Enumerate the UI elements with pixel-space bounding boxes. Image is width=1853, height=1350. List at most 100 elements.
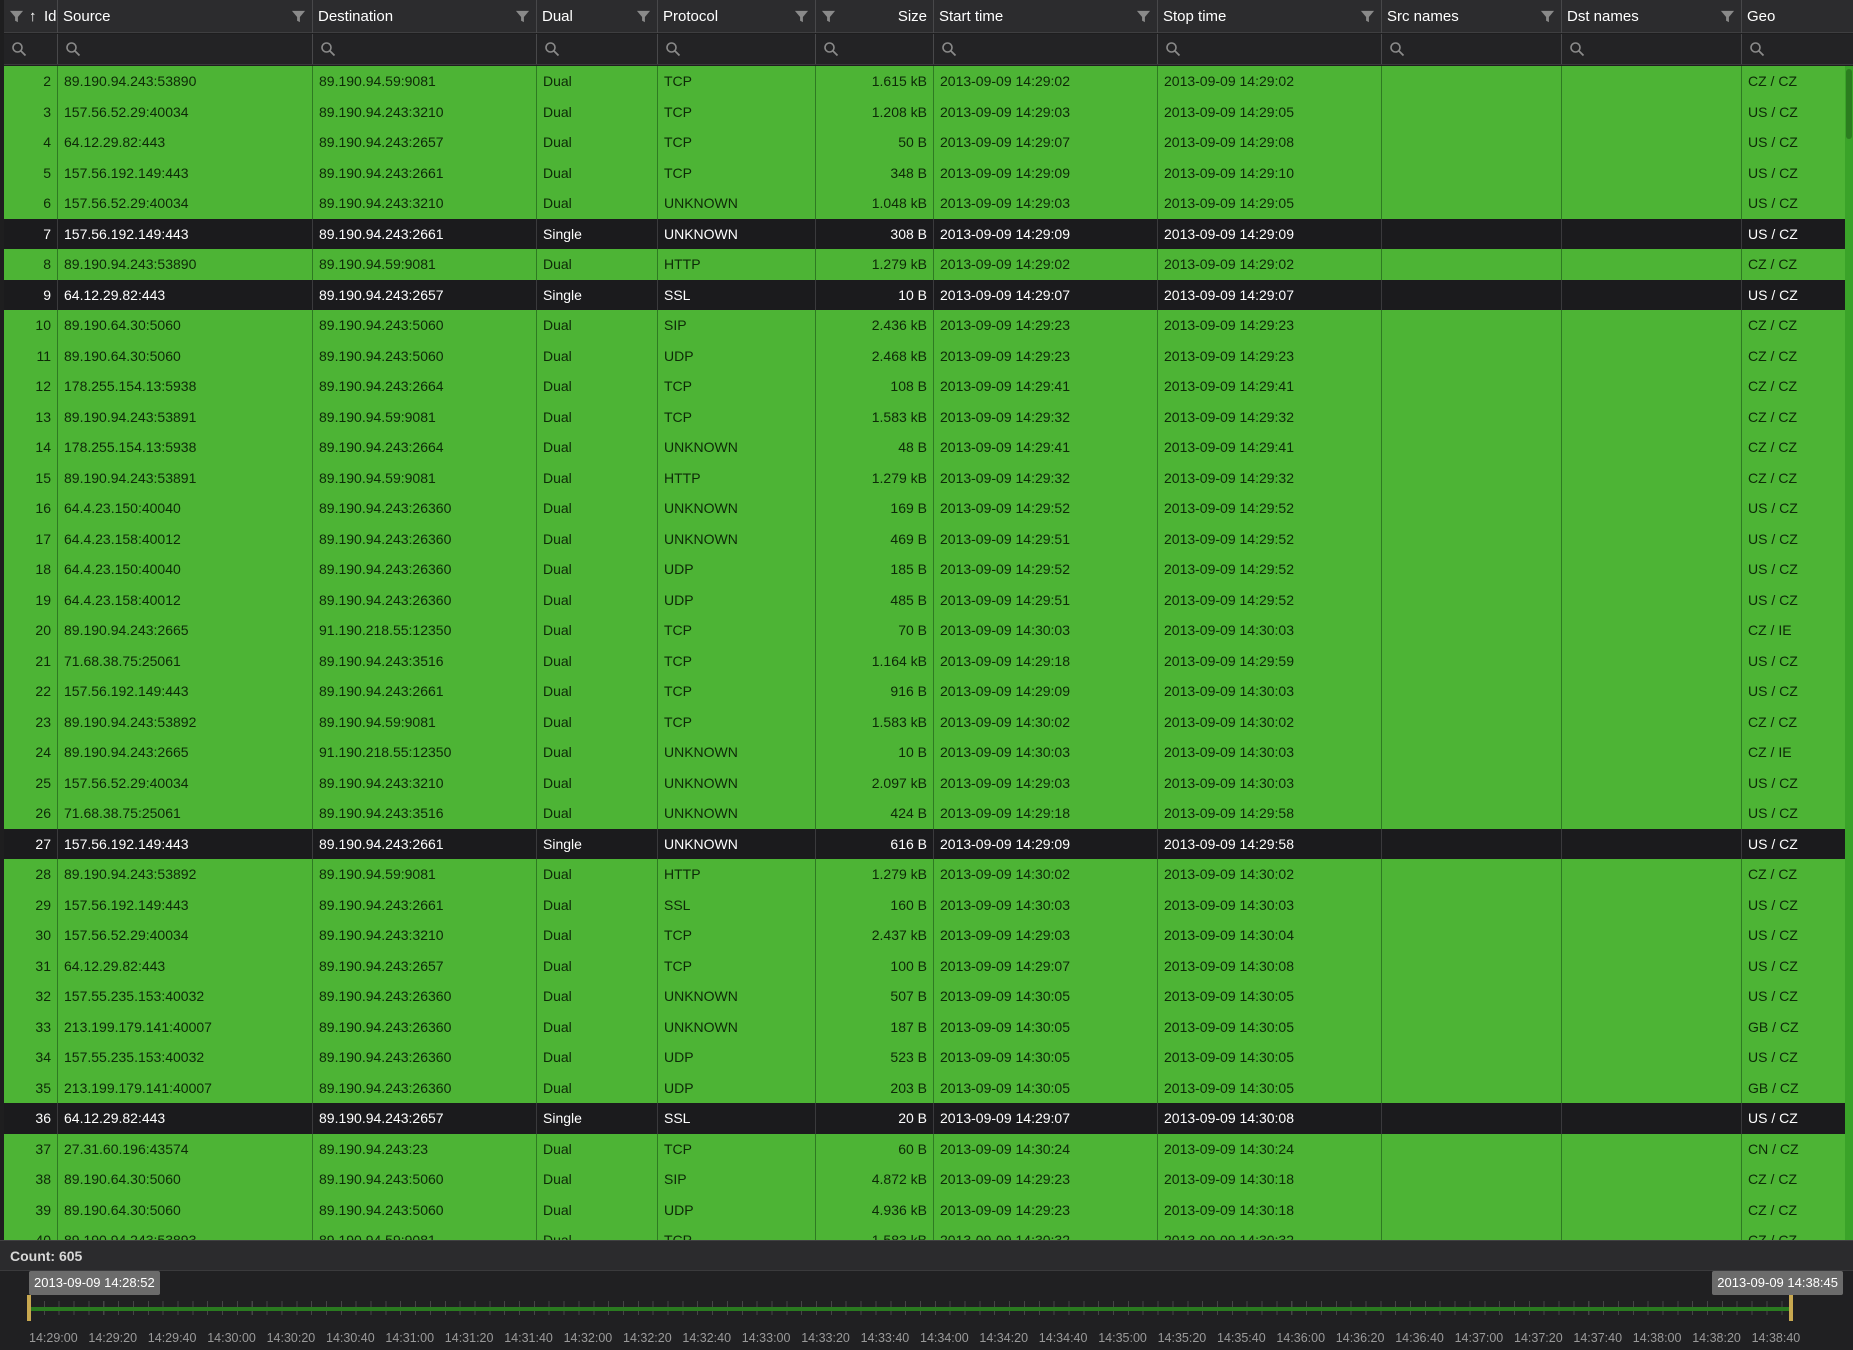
table-row[interactable]: 14 178.255.154.13:5938 89.190.94.243:2664 D… [4,432,1853,463]
table-row[interactable]: 11 89.190.64.30:5060 89.190.94.243:5060 Dua… [4,340,1853,371]
header-dual[interactable]: Dual [537,0,658,33]
header-start-time[interactable]: Start time [934,0,1158,33]
table-row[interactable]: 26 71.68.38.75:25061 89.190.94.243:3516 Dua… [4,798,1853,829]
table-row[interactable]: 4 64.12.29.82:443 89.190.94.243:2657 Dual TC… [4,127,1853,158]
table-row[interactable]: 39 89.190.64.30:5060 89.190.94.243:5060 Dua… [4,1194,1853,1225]
filter-input-protocol[interactable] [658,34,816,64]
table-row[interactable]: 10 89.190.64.30:5060 89.190.94.243:5060 Dua… [4,310,1853,341]
header-src-names[interactable]: Src names [1382,0,1562,33]
filter-funnel-icon[interactable] [794,9,809,24]
cell-geo: US / CZ [1748,652,1798,669]
magnifier-icon [942,42,957,57]
scrollbar-thumb[interactable] [1846,69,1852,139]
table-row[interactable]: 18 64.4.23.150:40040 89.190.94.243:26360 Du… [4,554,1853,585]
table-row[interactable]: 37 27.31.60.196:43574 89.190.94.243:23 Dual… [4,1133,1853,1164]
cell-stop-time: 2013-09-09 14:29:59 [1158,645,1382,676]
cell-protocol: TCP [658,920,816,951]
cell-destination: 89.190.94.243:26360 [313,1042,537,1073]
cell-destination: 89.190.94.243:3516 [313,798,537,829]
cell-destination: 89.190.94.243:2661 [313,828,537,859]
table-row[interactable]: 3 157.56.52.29:40034 89.190.94.243:3210 Dua… [4,96,1853,127]
header-destination[interactable]: Destination [313,0,537,33]
table-row[interactable]: 5 157.56.192.149:443 89.190.94.243:2661 Dua… [4,157,1853,188]
timeline-end-handle[interactable] [1789,1295,1793,1321]
header-size[interactable]: Size [816,0,934,33]
cell-source: 89.190.94.243:53891 [58,401,313,432]
table-row[interactable]: 33 213.199.179.141:40007 89.190.94.243:263… [4,1011,1853,1042]
table-row[interactable]: 22 157.56.192.149:443 89.190.94.243:2661 Du… [4,676,1853,707]
cell-protocol: UDP [658,1194,816,1225]
table-row[interactable]: 17 64.4.23.158:40012 89.190.94.243:26360 Du… [4,523,1853,554]
timeline-tick-label: 14:30:40 [326,1331,375,1345]
table-row[interactable]: 16 64.4.23.150:40040 89.190.94.243:26360 Du… [4,493,1853,524]
filter-input-destination[interactable] [313,34,537,64]
header-stop-time[interactable]: Stop time [1158,0,1382,33]
table-row[interactable]: 7 157.56.192.149:443 89.190.94.243:2661 Sin… [4,218,1853,249]
filter-input-dst-names[interactable] [1562,34,1742,64]
table-row[interactable]: 19 64.4.23.158:40012 89.190.94.243:26360 Du… [4,584,1853,615]
header-id[interactable]: ↑ Id [4,0,58,33]
filter-input-dual[interactable] [537,34,658,64]
table-row[interactable]: 15 89.190.94.243:53891 89.190.94.59:9081 Du… [4,462,1853,493]
table-row[interactable]: 25 157.56.52.29:40034 89.190.94.243:3210 Du… [4,767,1853,798]
table-row[interactable]: 28 89.190.94.243:53892 89.190.94.59:9081 Du… [4,859,1853,890]
table-row[interactable]: 9 64.12.29.82:443 89.190.94.243:2657 Single… [4,279,1853,310]
table-row[interactable]: 30 157.56.52.29:40034 89.190.94.243:3210 Du… [4,920,1853,951]
cell-geo: US / CZ [1748,927,1798,943]
cell-stop-time: 2013-09-09 14:30:05 [1158,1072,1382,1103]
table-row[interactable]: 38 89.190.64.30:5060 89.190.94.243:5060 Dua… [4,1164,1853,1195]
cell-stop-time: 2013-09-09 14:29:52 [1158,493,1382,524]
table-row[interactable]: 6 157.56.52.29:40034 89.190.94.243:3210 Dua… [4,188,1853,219]
table-row[interactable]: 2 89.190.94.243:53890 89.190.94.59:9081 Dua… [4,66,1853,97]
table-row[interactable]: 13 89.190.94.243:53891 89.190.94.59:9081 Du… [4,401,1853,432]
timeline-start-handle[interactable] [27,1295,31,1321]
table-row[interactable]: 35 213.199.179.141:40007 89.190.94.243:263… [4,1072,1853,1103]
cell-src-names [1382,981,1562,1012]
filter-funnel-icon[interactable] [9,9,24,24]
filter-input-geo[interactable] [1742,34,1853,64]
filter-input-src-names[interactable] [1382,34,1562,64]
cell-protocol: UDP [658,1072,816,1103]
table-row[interactable]: 34 157.55.235.153:40032 89.190.94.243:2636… [4,1042,1853,1073]
filter-input-size[interactable] [816,34,934,64]
table-row[interactable]: 27 157.56.192.149:443 89.190.94.243:2661 Si… [4,828,1853,859]
header-geo[interactable]: Geo [1742,0,1853,33]
table-row[interactable]: 23 89.190.94.243:53892 89.190.94.59:9081 Du… [4,706,1853,737]
filter-funnel-icon[interactable] [1540,9,1555,24]
header-dst-names[interactable]: Dst names [1562,0,1742,33]
table-row[interactable]: 40 89.190.94.243:53893 89.190.94.59:9081 Du… [4,1225,1853,1240]
filter-funnel-icon[interactable] [1720,9,1735,24]
timeline-selected-range[interactable] [29,1307,1791,1311]
cell-source: 157.55.235.153:40032 [58,1042,313,1073]
cell-source: 89.190.94.243:53892 [58,706,313,737]
timeline-range-selector[interactable]: 2013-09-09 14:28:52 2013-09-09 14:38:45 … [0,1270,1853,1350]
header-protocol[interactable]: Protocol [658,0,816,33]
table-row[interactable]: 36 64.12.29.82:443 89.190.94.243:2657 Singl… [4,1103,1853,1134]
table-row[interactable]: 31 64.12.29.82:443 89.190.94.243:2657 Dual T… [4,950,1853,981]
filter-funnel-icon[interactable] [1360,9,1375,24]
table-row[interactable]: 20 89.190.94.243:2665 91.190.218.55:12350 D… [4,615,1853,646]
cell-dual: Dual [537,798,658,829]
cell-dual: Dual [537,859,658,890]
filter-funnel-icon[interactable] [1136,9,1151,24]
filter-input-stop-time[interactable] [1158,34,1382,64]
table-row[interactable]: 8 89.190.94.243:53890 89.190.94.59:9081 Dua… [4,249,1853,280]
filter-funnel-icon[interactable] [636,9,651,24]
vertical-scrollbar[interactable] [1845,66,1853,1240]
header-source[interactable]: Source [58,0,313,33]
table-row[interactable]: 29 157.56.192.149:443 89.190.94.243:2661 Du… [4,889,1853,920]
cell-start-time: 2013-09-09 14:30:02 [934,706,1158,737]
table-row[interactable]: 32 157.55.235.153:40032 89.190.94.243:2636… [4,981,1853,1012]
cell-src-names [1382,950,1562,981]
table-row[interactable]: 21 71.68.38.75:25061 89.190.94.243:3516 Dua… [4,645,1853,676]
filter-funnel-icon[interactable] [821,9,836,24]
filter-funnel-icon[interactable] [291,9,306,24]
table-row[interactable]: 12 178.255.154.13:5938 89.190.94.243:2664 D… [4,371,1853,402]
filter-input-id[interactable] [4,34,58,64]
table-row[interactable]: 24 89.190.94.243:2665 91.190.218.55:12350 D… [4,737,1853,768]
filter-input-start-time[interactable] [934,34,1158,64]
filter-funnel-icon[interactable] [515,9,530,24]
cell-source: 64.12.29.82:443 [58,127,313,158]
magnifier-icon [1570,42,1585,57]
filter-input-source[interactable] [58,34,313,64]
